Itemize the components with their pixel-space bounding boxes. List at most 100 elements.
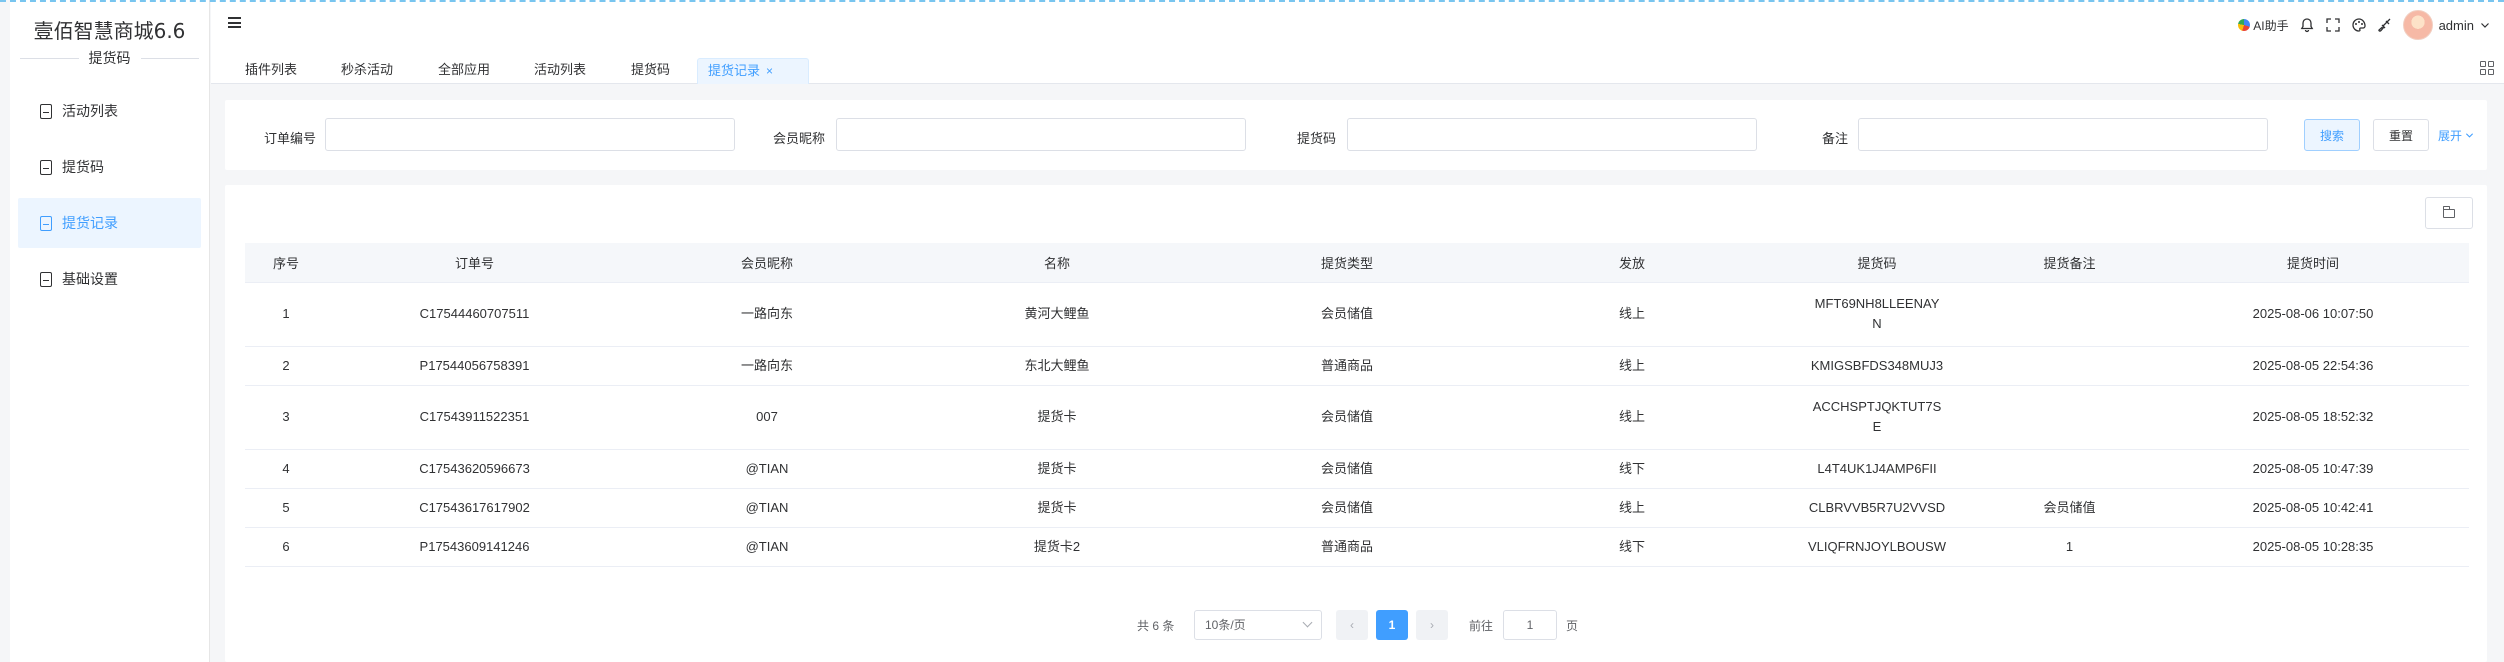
- user-menu[interactable]: admin: [2402, 10, 2490, 40]
- tab-activity-list[interactable]: 活动列表: [524, 58, 596, 84]
- pagination-total: 共 6 条: [1137, 619, 1175, 633]
- sidebar-item-activity-list[interactable]: 活动列表: [18, 86, 201, 136]
- tab-bar: 插件列表 秒杀活动 全部应用 活动列表 提货码 提货记录 ×: [211, 50, 2504, 84]
- expand-button[interactable]: 展开: [2438, 127, 2474, 144]
- sidebar-item-label: 提货码: [62, 159, 104, 175]
- table-cell: 2: [245, 346, 327, 386]
- table-cell: C17543617617902: [327, 488, 622, 528]
- pickup-code-input[interactable]: [1347, 118, 1757, 151]
- sidebar: 壹佰智慧商城6.6 提货码 活动列表 提货码 提货记录 基础设置: [10, 0, 210, 662]
- table-cell: 提货卡: [912, 488, 1202, 528]
- table-cell: [1982, 449, 2157, 489]
- sidebar-item-label: 基础设置: [62, 271, 118, 287]
- chevron-down-icon: [1302, 617, 1313, 628]
- member-nickname-input[interactable]: [836, 118, 1246, 151]
- grid-menu-icon[interactable]: [2480, 61, 2494, 75]
- table-cell: 会员储值: [1202, 282, 1492, 347]
- reset-button[interactable]: 重置: [2373, 119, 2429, 151]
- export-button[interactable]: [2425, 197, 2473, 229]
- column-header: 提货类型: [1202, 243, 1492, 283]
- table-cell: 会员储值: [1202, 449, 1492, 489]
- goto-label: 前往: [1469, 619, 1494, 633]
- table-cell: 提货卡2: [912, 527, 1202, 567]
- table-cell: 2025-08-05 10:42:41: [2157, 488, 2469, 528]
- table-cell: @TIAN: [622, 449, 912, 489]
- table-cell: VLIQFRNJOYLBOUSW: [1772, 527, 1982, 567]
- table-cell: ACCHSPTJQKTUT7SE: [1772, 385, 1982, 450]
- table-cell: CLBRVVB5R7U2VVSD: [1772, 488, 1982, 528]
- sidebar-item-pickup-records[interactable]: 提货记录: [18, 198, 201, 248]
- table-cell: [1982, 385, 2157, 450]
- table-cell: P17544056758391: [327, 346, 622, 386]
- table-cell: 提货卡: [912, 385, 1202, 450]
- remark-input[interactable]: [1858, 118, 2268, 151]
- column-header: 提货时间: [2157, 243, 2469, 283]
- sidebar-item-basic-settings[interactable]: 基础设置: [18, 254, 201, 304]
- table-cell: 线上: [1492, 346, 1772, 386]
- tab-all-apps[interactable]: 全部应用: [428, 58, 500, 84]
- avatar: [2402, 10, 2433, 40]
- table-cell: 007: [622, 385, 912, 450]
- tab-plugin-list[interactable]: 插件列表: [235, 58, 307, 84]
- table-cell: [1982, 346, 2157, 386]
- table-row[interactable]: 2 P17544056758391 一路向东 东北大鲤鱼 普通商品 线上 KMI…: [245, 346, 2469, 386]
- remark-label: 备注: [1822, 131, 1849, 146]
- table-cell: 1: [1982, 527, 2157, 567]
- prev-page-button[interactable]: ‹: [1336, 610, 1368, 640]
- table-cell: 2025-08-05 10:28:35: [2157, 527, 2469, 567]
- column-header: 名称: [912, 243, 1202, 283]
- sidebar-item-pickup-code[interactable]: 提货码: [18, 142, 201, 192]
- pickup-records-table: 序号 订单号 会员昵称 名称 提货类型 发放 提货码 提货备注 提货时间 1 C…: [245, 243, 2469, 567]
- ai-logo-icon: [2238, 19, 2251, 31]
- document-icon: [40, 215, 52, 231]
- order-number-label: 订单编号: [264, 131, 317, 146]
- tab-flash-sale[interactable]: 秒杀活动: [331, 58, 403, 84]
- sidebar-menu: 活动列表 提货码 提货记录 基础设置: [10, 86, 209, 304]
- hamburger-icon[interactable]: [228, 17, 241, 28]
- table-cell: 线上: [1492, 282, 1772, 347]
- chevron-down-icon: [2481, 23, 2489, 28]
- table-cell: 2025-08-05 22:54:36: [2157, 346, 2469, 386]
- document-icon: [40, 271, 52, 287]
- ai-assistant-label: AI助手: [2253, 18, 2289, 33]
- order-number-input[interactable]: [325, 118, 735, 151]
- table-cell: 5: [245, 488, 327, 528]
- tab-pickup-code[interactable]: 提货码: [621, 58, 680, 84]
- table-cell: 2025-08-05 10:47:39: [2157, 449, 2469, 489]
- table-cell: 1: [245, 282, 327, 347]
- table-row[interactable]: 5 C17543617617902 @TIAN 提货卡 会员储值 线上 CLBR…: [245, 488, 2469, 528]
- table-cell: C17543911522351: [327, 385, 622, 450]
- bell-icon[interactable]: [2299, 17, 2315, 33]
- fullscreen-icon[interactable]: [2325, 17, 2341, 33]
- table-row[interactable]: 1 C17544460707511 一路向东 黄河大鲤鱼 会员储值 线上 MFT…: [245, 282, 2469, 347]
- table-cell: P17543609141246: [327, 527, 622, 567]
- column-header: 发放: [1492, 243, 1772, 283]
- table-cell: C17544460707511: [327, 282, 622, 347]
- table-cell: C17543620596673: [327, 449, 622, 489]
- table-header-row: 序号 订单号 会员昵称 名称 提货类型 发放 提货码 提货备注 提货时间: [245, 243, 2469, 283]
- table-cell: 普通商品: [1202, 527, 1492, 567]
- table-cell: 会员储值: [1202, 488, 1492, 528]
- table-cell: 一路向东: [622, 346, 912, 386]
- table-cell: 2025-08-06 10:07:50: [2157, 282, 2469, 347]
- goto-page-input[interactable]: 1: [1503, 610, 1557, 640]
- folder-icon: [2442, 205, 2455, 218]
- table-row[interactable]: 4 C17543620596673 @TIAN 提货卡 会员储值 线下 L4T4…: [245, 449, 2469, 489]
- tab-pickup-records[interactable]: 提货记录 ×: [697, 58, 809, 84]
- next-page-button[interactable]: ›: [1416, 610, 1448, 640]
- brush-icon[interactable]: [2377, 17, 2393, 33]
- ai-assistant-button[interactable]: AI助手: [2238, 17, 2289, 34]
- table-cell: 东北大鲤鱼: [912, 346, 1202, 386]
- search-button[interactable]: 搜索: [2304, 119, 2360, 151]
- page-1-button[interactable]: 1: [1376, 610, 1408, 640]
- username: admin: [2438, 17, 2474, 33]
- close-icon[interactable]: ×: [766, 64, 773, 78]
- page-unit-label: 页: [1566, 619, 1579, 633]
- palette-icon[interactable]: [2351, 17, 2367, 33]
- sidebar-item-label: 活动列表: [62, 103, 118, 119]
- header-actions: AI助手 admin: [2238, 10, 2490, 40]
- table-row[interactable]: 3 C17543911522351 007 提货卡 会员储值 线上 ACCHSP…: [245, 385, 2469, 450]
- table-row[interactable]: 6 P17543609141246 @TIAN 提货卡2 普通商品 线下 VLI…: [245, 527, 2469, 567]
- pickup-code-label: 提货码: [1297, 131, 1337, 146]
- page-size-select[interactable]: 10条/页: [1194, 610, 1322, 640]
